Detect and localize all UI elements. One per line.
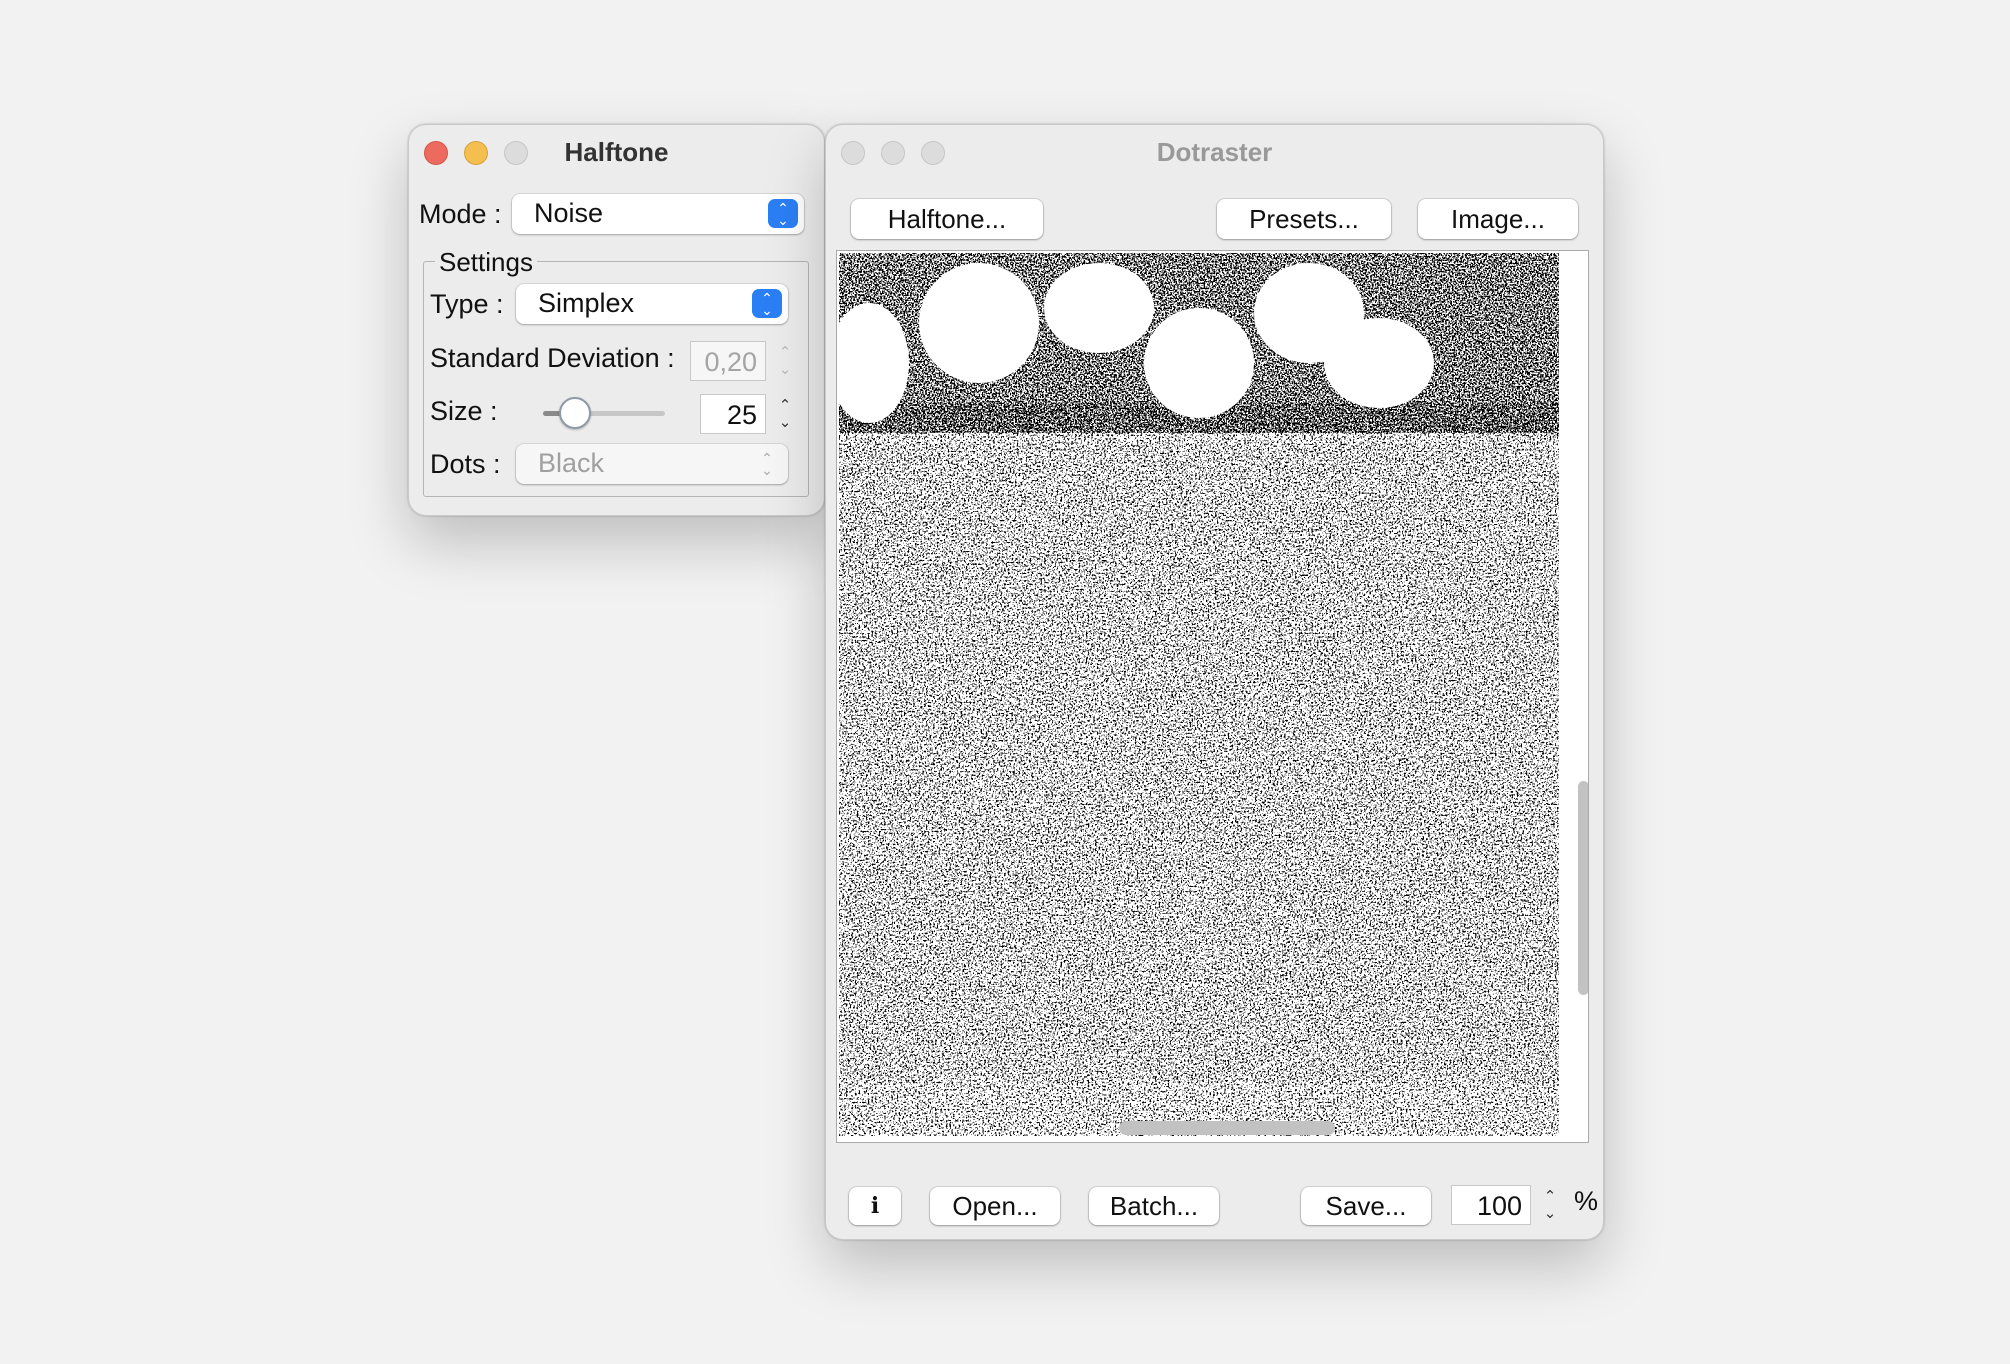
settings-legend: Settings — [435, 247, 537, 278]
dots-label: Dots : — [430, 449, 501, 479]
vertical-scrollbar[interactable] — [1578, 781, 1588, 995]
minimize-button[interactable] — [881, 141, 905, 165]
horizontal-scrollbar[interactable] — [1119, 1121, 1335, 1135]
zoom-field[interactable]: 100 — [1451, 1185, 1531, 1225]
presets-button[interactable]: Presets... — [1217, 199, 1391, 239]
type-label: Type : — [430, 289, 504, 319]
save-button[interactable]: Save... — [1301, 1187, 1431, 1225]
up-down-chevron-icon: ⌃ ⌄ — [752, 289, 782, 318]
size-stepper[interactable]: ⌃ ⌄ — [773, 394, 797, 434]
close-button[interactable] — [424, 141, 448, 165]
zoom-button[interactable] — [504, 141, 528, 165]
open-button[interactable]: Open... — [930, 1187, 1060, 1225]
window-controls — [841, 141, 945, 165]
halftone-preview-image — [839, 253, 1559, 1136]
image-button[interactable]: Image... — [1418, 199, 1578, 239]
dotraster-titlebar[interactable]: Dotraster — [826, 125, 1603, 179]
window-title: Dotraster — [1156, 136, 1273, 167]
minimize-button[interactable] — [464, 141, 488, 165]
halftone-titlebar[interactable]: Halftone — [409, 125, 824, 179]
type-select[interactable]: Simplex ⌃ ⌄ — [516, 284, 788, 324]
dotraster-window: Dotraster Halftone... Presets... Image..… — [825, 124, 1604, 1240]
std-dev-field[interactable]: 0,20 — [690, 341, 766, 381]
zoom-stepper[interactable]: ⌃ ⌄ — [1538, 1185, 1562, 1225]
size-field[interactable]: 25 — [700, 394, 766, 434]
zoom-button[interactable] — [921, 141, 945, 165]
mode-select[interactable]: Noise ⌃ ⌄ — [512, 194, 804, 234]
halftone-window: Halftone Mode : Noise ⌃ ⌄ Settings Type :… — [408, 124, 825, 516]
info-icon: i — [870, 1193, 880, 1219]
type-value: Simplex — [538, 288, 635, 318]
close-button[interactable] — [841, 141, 865, 165]
image-canvas[interactable] — [836, 250, 1589, 1143]
up-down-chevron-icon: ⌃ ⌄ — [761, 449, 773, 478]
window-title: Halftone — [564, 136, 669, 167]
batch-button[interactable]: Batch... — [1089, 1187, 1219, 1225]
mode-value: Noise — [534, 198, 604, 228]
window-controls — [424, 141, 528, 165]
std-dev-stepper[interactable]: ⌃ ⌄ — [773, 341, 797, 381]
size-slider-thumb[interactable] — [559, 397, 591, 429]
size-label: Size : — [430, 396, 498, 426]
dots-select[interactable]: Black ⌃ ⌄ — [516, 444, 788, 484]
zoom-unit-label: % — [1574, 1186, 1599, 1216]
info-button[interactable]: i — [849, 1187, 901, 1225]
up-down-chevron-icon: ⌃ ⌄ — [768, 199, 798, 228]
std-dev-label: Standard Deviation : — [430, 343, 675, 373]
halftone-button[interactable]: Halftone... — [851, 199, 1043, 239]
mode-label: Mode : — [419, 199, 502, 229]
dots-value: Black — [538, 448, 605, 478]
